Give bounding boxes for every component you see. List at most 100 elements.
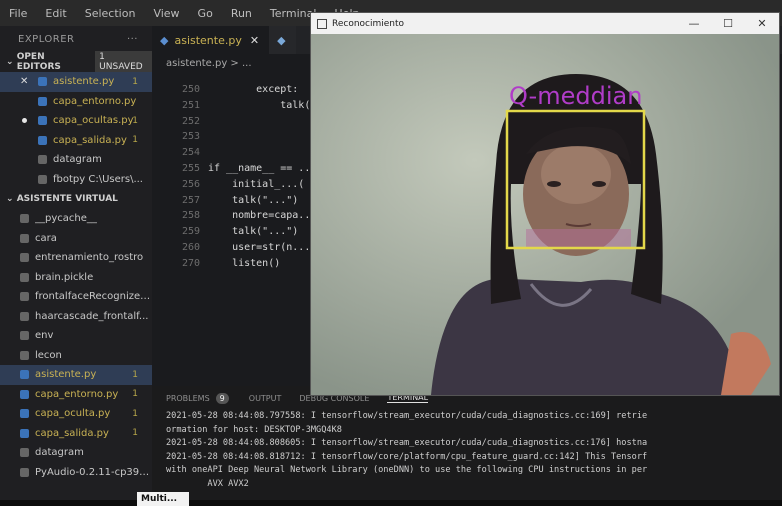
sidebar-file-item[interactable]: capa_oculta.py 1 bbox=[0, 404, 152, 424]
terminal-line: 2021-05-28 08:44:08.797558: I tensorflow… bbox=[166, 411, 648, 421]
file-label: capa_ocultas.py bbox=[53, 115, 134, 127]
menu-selection[interactable]: Selection bbox=[76, 7, 145, 20]
file-label: capa_salida.py bbox=[35, 427, 109, 439]
file-label: brain.pickle bbox=[35, 271, 94, 283]
open-editors-section[interactable]: ⌄ OPEN EDITORS 1 UNSAVED bbox=[0, 51, 152, 73]
menu-go[interactable]: Go bbox=[189, 7, 222, 20]
line-number: 270 bbox=[181, 257, 200, 269]
menu-file[interactable]: File bbox=[0, 7, 36, 20]
line-number: 256 bbox=[181, 178, 200, 190]
file-icon bbox=[20, 214, 29, 224]
sidebar-file-item[interactable]: fbotpy C:\Users\... bbox=[0, 170, 152, 190]
close-icon[interactable]: ✕ bbox=[20, 76, 28, 87]
tab-second[interactable]: ◆ bbox=[269, 26, 296, 54]
explorer-header: EXPLORER ··· bbox=[0, 26, 152, 52]
sidebar-file-item[interactable]: capa_ocultas.py 1 bbox=[0, 111, 152, 131]
file-label: capa_entorno.py bbox=[53, 95, 137, 107]
tab-asistente[interactable]: ◆ asistente.py ✕ bbox=[152, 26, 270, 54]
sidebar-file-item[interactable]: asistente.py 1 bbox=[0, 365, 152, 385]
file-icon bbox=[20, 350, 29, 360]
close-window-icon[interactable]: ✕ bbox=[745, 17, 779, 30]
file-icon bbox=[20, 292, 29, 302]
sidebar-file-item[interactable]: capa_salida.py 1 bbox=[0, 424, 152, 444]
sidebar-file-item[interactable]: capa_entorno.py bbox=[0, 92, 152, 112]
camera-window[interactable]: Reconocimiento — ☐ ✕ Q-meddian bbox=[310, 12, 780, 396]
code-line[interactable]: listen() bbox=[208, 258, 280, 269]
camera-window-titlebar[interactable]: Reconocimiento — ☐ ✕ bbox=[311, 13, 779, 34]
sidebar-file-item[interactable]: cara bbox=[0, 229, 152, 249]
camera-frame-image: Q-meddian bbox=[311, 34, 779, 395]
file-label: datagram bbox=[35, 447, 84, 459]
sidebar-file-item[interactable]: haarcascade_frontalf... bbox=[0, 307, 152, 327]
menu-run[interactable]: Run bbox=[222, 7, 261, 20]
code-line[interactable]: talk(" bbox=[208, 100, 316, 111]
sidebar-file-item[interactable]: capa_entorno.py 1 bbox=[0, 385, 152, 405]
file-icon bbox=[20, 311, 29, 321]
minimize-icon[interactable]: — bbox=[677, 17, 711, 30]
terminal-line: 2021-05-28 08:44:08.818712: I tensorflow… bbox=[166, 451, 648, 462]
file-label: asistente.py bbox=[53, 76, 115, 88]
sidebar-file-item[interactable]: PyAudio-0.2.11-cp39-... bbox=[0, 463, 152, 483]
file-problem-count: 1 bbox=[132, 76, 138, 87]
sidebar-file-item[interactable]: lecon bbox=[0, 346, 152, 366]
file-label: capa_salida.py bbox=[53, 134, 127, 146]
terminal-output[interactable]: 2021-05-28 08:44:08.797558: I tensorflow… bbox=[152, 410, 782, 492]
line-number: 260 bbox=[181, 242, 200, 253]
terminal-line: ormation for host: DESKTOP-3MGQ4K8 bbox=[166, 424, 342, 435]
open-editors-label: OPEN EDITORS bbox=[16, 52, 61, 72]
file-label: asistente.py bbox=[35, 369, 97, 381]
code-line[interactable]: talk("...") bbox=[208, 226, 298, 237]
tab-problems[interactable]: PROBLEMS bbox=[166, 394, 210, 403]
file-icon bbox=[38, 155, 47, 165]
menu-edit[interactable]: Edit bbox=[36, 7, 75, 20]
project-section[interactable]: ⌄ ASISTENTE VIRTUAL bbox=[0, 189, 152, 209]
chevron-down-icon: ⌄ bbox=[6, 57, 17, 67]
code-line[interactable]: initial_...( bbox=[208, 179, 304, 190]
terminal-line: with oneAPI Deep Neural Network Library … bbox=[166, 465, 648, 476]
taskbar bbox=[0, 500, 782, 506]
terminal-line: 2021-05-28 08:44:08.808605: I tensorflow… bbox=[166, 438, 648, 449]
code-line[interactable]: except: bbox=[208, 84, 298, 95]
sidebar-file-item[interactable]: datagram bbox=[0, 443, 152, 463]
sidebar-file-item[interactable]: ✕ asistente.py 1 bbox=[0, 72, 152, 92]
sidebar-file-item[interactable]: capa_salida.py 1 bbox=[0, 131, 152, 151]
file-label: entrenamiento_rostro bbox=[35, 252, 144, 264]
file-label: __pycache__ bbox=[35, 213, 97, 225]
code-line[interactable]: user=str(n... bbox=[208, 242, 310, 253]
breadcrumb[interactable]: asistente.py > ... bbox=[166, 58, 252, 69]
file-icon bbox=[20, 233, 29, 243]
file-icon bbox=[38, 135, 47, 145]
line-number: 257 bbox=[181, 194, 200, 206]
file-icon bbox=[38, 77, 47, 87]
sidebar-file-item[interactable]: brain.pickle bbox=[0, 268, 152, 288]
file-label: env bbox=[35, 330, 54, 342]
sidebar-file-item[interactable]: entrenamiento_rostro bbox=[0, 248, 152, 268]
menu-view[interactable]: View bbox=[144, 7, 188, 20]
close-icon[interactable]: ✕ bbox=[250, 34, 259, 47]
tab-label: asistente.py bbox=[174, 33, 242, 47]
code-line[interactable]: nombre=capa... bbox=[208, 210, 316, 221]
camera-window-title: Reconocimiento bbox=[332, 18, 405, 29]
file-label: datagram bbox=[53, 154, 102, 166]
code-line[interactable]: if __name__ == ... bbox=[208, 163, 316, 174]
window-controls: — ☐ ✕ bbox=[677, 17, 779, 30]
tab-output[interactable]: OUTPUT bbox=[249, 394, 282, 403]
sidebar-file-item[interactable]: frontalfaceRecognizer... bbox=[0, 287, 152, 307]
line-number: 255 bbox=[181, 163, 200, 174]
code-line[interactable]: talk("...") bbox=[208, 195, 298, 206]
problems-count-badge: 9 bbox=[215, 392, 229, 404]
maximize-icon[interactable]: ☐ bbox=[711, 17, 745, 30]
more-actions-icon[interactable]: ··· bbox=[127, 34, 138, 45]
file-label: haarcascade_frontalf... bbox=[35, 310, 149, 322]
file-icon bbox=[20, 253, 29, 263]
sidebar-file-item[interactable]: env bbox=[0, 326, 152, 346]
sidebar-file-item[interactable]: datagram bbox=[0, 150, 152, 170]
file-icon bbox=[38, 96, 47, 106]
unsaved-badge: 1 UNSAVED bbox=[95, 51, 152, 73]
unsaved-dot-icon[interactable] bbox=[22, 118, 27, 124]
bottom-panel: PROBLEMS 9 OUTPUT DEBUG CONSOLE TERMINAL… bbox=[152, 386, 782, 500]
file-label: capa_entorno.py bbox=[35, 388, 119, 400]
taskbar-item[interactable]: Multi... bbox=[137, 492, 189, 506]
sidebar-file-item[interactable]: __pycache__ bbox=[0, 209, 152, 229]
file-label: lecon bbox=[35, 349, 62, 361]
